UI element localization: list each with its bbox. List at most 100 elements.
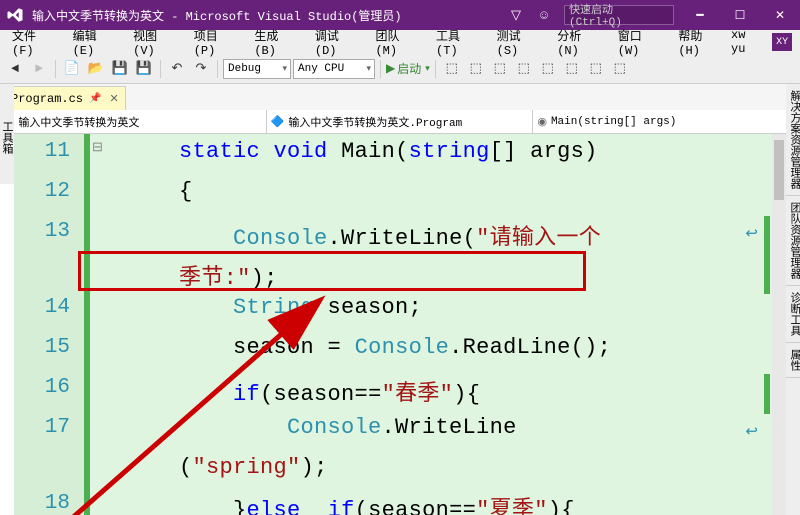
code-nav-bar: ▣ 输入中文季节转换为英文 🔷 输入中文季节转换为英文.Program ◉ Ma…: [0, 110, 800, 134]
play-icon: ▶: [386, 61, 395, 76]
nav-project[interactable]: ▣ 输入中文季节转换为英文: [0, 110, 267, 133]
menu-bar: 文件(F) 编辑(E) 视图(V) 项目(P) 生成(B) 调试(D) 团队(M…: [0, 30, 800, 54]
line-number: 13: [14, 214, 84, 254]
menu-team[interactable]: 团队(M): [367, 25, 428, 60]
toolbar-extra-icon[interactable]: ⬚: [513, 58, 535, 80]
tab-close-icon[interactable]: ✕: [109, 92, 118, 106]
menu-help[interactable]: 帮助(H): [670, 25, 731, 60]
platform-select[interactable]: Any CPU: [293, 59, 375, 79]
line-number: 16: [14, 370, 84, 410]
redo-icon[interactable]: ↷: [190, 58, 212, 80]
nav-back-icon[interactable]: ◄: [4, 58, 26, 80]
toolbar-extra-icon[interactable]: ⬚: [609, 58, 631, 80]
vs-logo-icon: [4, 4, 26, 26]
code-text: ("spring");: [90, 450, 328, 480]
menu-items: 文件(F) 编辑(E) 视图(V) 项目(P) 生成(B) 调试(D) 团队(M…: [4, 25, 731, 60]
sidebar-toolbox[interactable]: 工具箱: [0, 84, 14, 184]
word-wrap-icon: ↩: [745, 422, 758, 441]
line-number: 18: [14, 486, 84, 515]
code-text: }else if(season=="夏季"){: [90, 486, 575, 515]
code-line: 16 if(season=="春季"){: [14, 370, 772, 410]
line-number: 14: [14, 290, 84, 330]
toolbar-extra-icon[interactable]: ⬚: [489, 58, 511, 80]
menu-window[interactable]: 窗口(W): [610, 25, 671, 60]
new-project-icon[interactable]: 📄: [61, 58, 83, 80]
word-wrap-icon: ↩: [745, 224, 758, 243]
document-tabs: Program.cs 📌 ✕ ▾: [0, 84, 800, 110]
menu-debug[interactable]: 调试(D): [307, 25, 368, 60]
toolbar-extra-icon[interactable]: ⬚: [465, 58, 487, 80]
separator: [55, 60, 56, 78]
separator: [380, 60, 381, 78]
user-badge[interactable]: XY: [772, 33, 792, 51]
menu-view[interactable]: 视图(V): [125, 25, 186, 60]
line-number: 17: [14, 410, 84, 450]
save-icon[interactable]: 💾: [109, 58, 131, 80]
code-text: if(season=="春季"){: [90, 370, 480, 407]
code-line: 12 {: [14, 174, 772, 214]
sidebar-solution-explorer[interactable]: 解决方案资源管理器: [786, 84, 800, 196]
separator: [435, 60, 436, 78]
class-icon: 🔷: [271, 115, 285, 129]
pin-icon[interactable]: 📌: [89, 93, 101, 105]
nav-class-label: 输入中文季节转换为英文.Program: [288, 114, 462, 130]
tab-label: Program.cs: [11, 92, 83, 106]
toolbar-extra-icon[interactable]: ⬚: [561, 58, 583, 80]
menu-edit[interactable]: 编辑(E): [65, 25, 126, 60]
code-text: 季节:");: [90, 254, 278, 291]
line-number: 15: [14, 330, 84, 370]
sidebar-diagnostics[interactable]: 诊断工具: [786, 286, 800, 343]
open-file-icon[interactable]: 📂: [85, 58, 107, 80]
code-text: {: [90, 174, 193, 204]
code-line-wrap: 季节:");: [14, 254, 772, 290]
quick-launch-input[interactable]: 快速启动 (Ctrl+Q): [564, 5, 674, 25]
toolbar-extra-icon[interactable]: ⬚: [585, 58, 607, 80]
line-number: [14, 450, 84, 486]
start-label: 启动: [397, 60, 421, 77]
toolbar-extra-icon[interactable]: ⬚: [441, 58, 463, 80]
change-indicator-right: [764, 374, 770, 414]
nav-method-label: Main(string[] args): [551, 116, 676, 128]
menu-file[interactable]: 文件(F): [4, 25, 65, 60]
nav-method[interactable]: ◉ Main(string[] args): [533, 110, 800, 133]
method-icon: ◉: [537, 115, 547, 129]
change-indicator-right: [764, 216, 770, 294]
code-text: Console.WriteLine: [90, 410, 517, 440]
sidebar-properties[interactable]: 属性: [786, 343, 800, 378]
menu-analyze[interactable]: 分析(N): [549, 25, 610, 60]
code-text: String season;: [90, 290, 422, 320]
menu-tools[interactable]: 工具(T): [428, 25, 489, 60]
code-text: static void Main(string[] args): [90, 134, 598, 164]
user-area: xw yu XY: [731, 28, 796, 56]
line-number: 11: [14, 134, 84, 174]
line-number: 12: [14, 174, 84, 214]
menu-build[interactable]: 生成(B): [246, 25, 307, 60]
nav-forward-icon[interactable]: ►: [28, 58, 50, 80]
tab-program-cs[interactable]: Program.cs 📌 ✕: [4, 86, 126, 110]
vertical-scrollbar[interactable]: [772, 134, 786, 515]
close-button[interactable]: ✕: [760, 0, 800, 30]
code-text: Console.WriteLine("请输入一个: [90, 214, 601, 251]
line-number: [14, 254, 84, 290]
undo-icon[interactable]: ↶: [166, 58, 188, 80]
code-line: 13 Console.WriteLine("请输入一个: [14, 214, 772, 254]
scrollbar-thumb[interactable]: [774, 140, 784, 200]
code-line: 11 static void Main(string[] args): [14, 134, 772, 174]
code-line: 18 }else if(season=="夏季"){: [14, 486, 772, 515]
separator: [217, 60, 218, 78]
user-name[interactable]: xw yu: [731, 28, 766, 56]
code-editor[interactable]: ⊟ 11 static void Main(string[] args) 12 …: [14, 134, 786, 515]
toolbar-extra-icon[interactable]: ⬚: [537, 58, 559, 80]
save-all-icon[interactable]: 💾: [133, 58, 155, 80]
menu-test[interactable]: 测试(S): [489, 25, 550, 60]
start-debug-button[interactable]: ▶ 启动 ▾: [386, 60, 430, 77]
nav-class[interactable]: 🔷 输入中文季节转换为英文.Program: [267, 110, 534, 133]
code-line: 15 season = Console.ReadLine();: [14, 330, 772, 370]
window-title: 输入中文季节转换为英文 - Microsoft Visual Studio(管理…: [32, 7, 502, 24]
sidebar-team-explorer[interactable]: 团队资源管理器: [786, 196, 800, 286]
menu-project[interactable]: 项目(P): [186, 25, 247, 60]
code-line-wrap: ("spring");: [14, 450, 772, 486]
code-line: 14 String season;: [14, 290, 772, 330]
config-select[interactable]: Debug: [223, 59, 291, 79]
code-line: 17 Console.WriteLine: [14, 410, 772, 450]
